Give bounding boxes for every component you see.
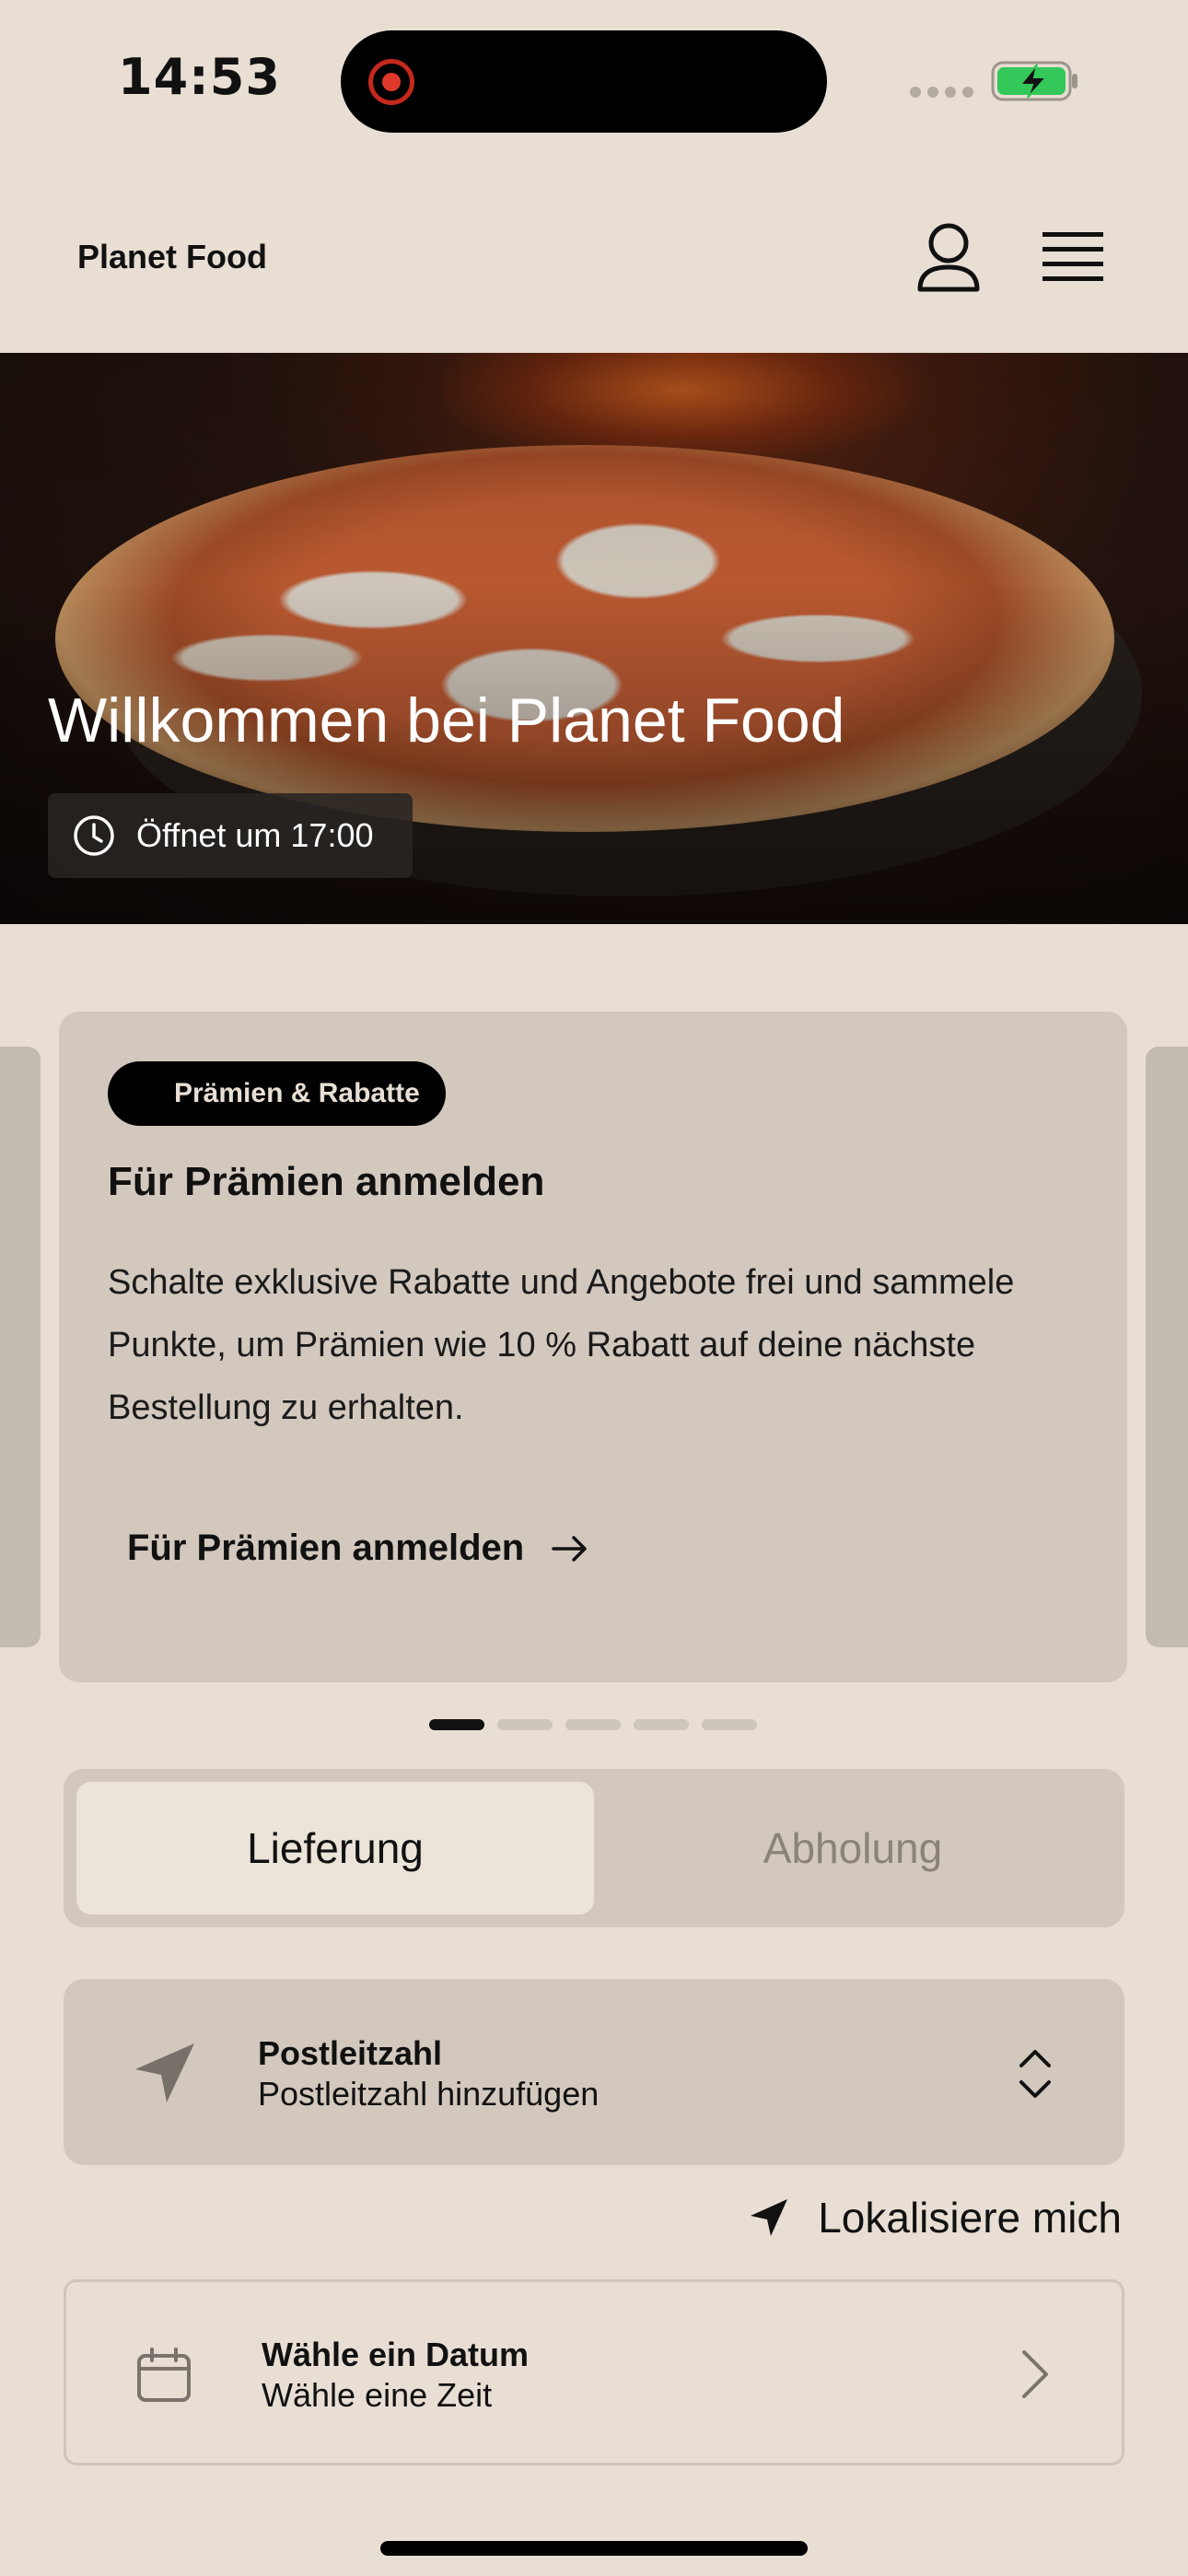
chevron-up-down-icon <box>1019 2050 1051 2098</box>
previous-card-peek[interactable] <box>0 1047 41 1647</box>
brand-title[interactable]: Planet Food <box>77 238 267 276</box>
locate-me-label: Lokalisiere mich <box>818 2194 1122 2242</box>
delivery-option[interactable]: Lieferung <box>76 1782 594 1914</box>
time-subtitle: Wähle eine Zeit <box>262 2376 493 2414</box>
date-time-picker[interactable]: Wähle ein Datum Wähle eine Zeit <box>64 2279 1124 2465</box>
hero-title: Willkommen bei Planet Food <box>48 685 845 755</box>
promo-badge: Prämien & Rabatte <box>108 1061 446 1126</box>
carousel-dot[interactable] <box>634 1719 689 1730</box>
chevron-right-icon <box>1022 2350 1048 2398</box>
promo-title: Für Prämien anmelden <box>108 1159 545 1204</box>
carousel-dot[interactable] <box>565 1719 621 1730</box>
dynamic-island <box>341 30 827 133</box>
app-screen: 14:53 Planet Food Willkommen bei Planet … <box>0 0 1188 2576</box>
promo-signup-label: Für Prämien anmelden <box>127 1528 525 1568</box>
carousel-pagination <box>429 1719 757 1730</box>
promo-card: Prämien & Rabatte Für Prämien anmelden S… <box>59 1012 1127 1682</box>
hero-banner: Willkommen bei Planet Food Öffnet um 17:… <box>0 353 1188 924</box>
recording-icon <box>368 59 414 105</box>
postal-code-placeholder: Postleitzahl hinzufügen <box>258 2075 600 2113</box>
opening-hours-chip: Öffnet um 17:00 <box>48 793 413 878</box>
calendar-icon <box>137 2348 191 2402</box>
pickup-option[interactable]: Abholung <box>594 1782 1112 1914</box>
carousel-dot[interactable] <box>702 1719 757 1730</box>
order-mode-toggle: Lieferung Abholung <box>64 1769 1124 1927</box>
date-title: Wähle ein Datum <box>262 2336 530 2373</box>
opening-hours-label: Öffnet um 17:00 <box>136 816 374 854</box>
menu-icon[interactable] <box>1041 230 1105 286</box>
battery-charging-icon <box>991 61 1077 101</box>
carousel-dot[interactable] <box>429 1719 484 1730</box>
clock-icon <box>74 815 114 856</box>
carousel-dot[interactable] <box>497 1719 553 1730</box>
locate-me-button[interactable]: Lokalisiere mich <box>748 2193 1122 2242</box>
cellular-signal-icon <box>910 87 973 98</box>
location-arrow-icon <box>135 2043 194 2102</box>
arrow-right-icon <box>552 1535 587 1562</box>
location-arrow-icon <box>751 2199 788 2236</box>
next-card-peek[interactable] <box>1146 1047 1188 1647</box>
profile-icon[interactable] <box>915 221 982 295</box>
promo-signup-link[interactable]: Für Prämien anmelden <box>127 1528 588 1569</box>
promo-description: Schalte exklusive Rabatte und Angebote f… <box>108 1263 1015 1427</box>
postal-code-selector[interactable]: Postleitzahl Postleitzahl hinzufügen <box>64 1979 1124 2165</box>
postal-code-title: Postleitzahl <box>258 2034 443 2072</box>
home-indicator[interactable] <box>380 2541 808 2556</box>
status-time: 14:53 <box>118 48 281 106</box>
